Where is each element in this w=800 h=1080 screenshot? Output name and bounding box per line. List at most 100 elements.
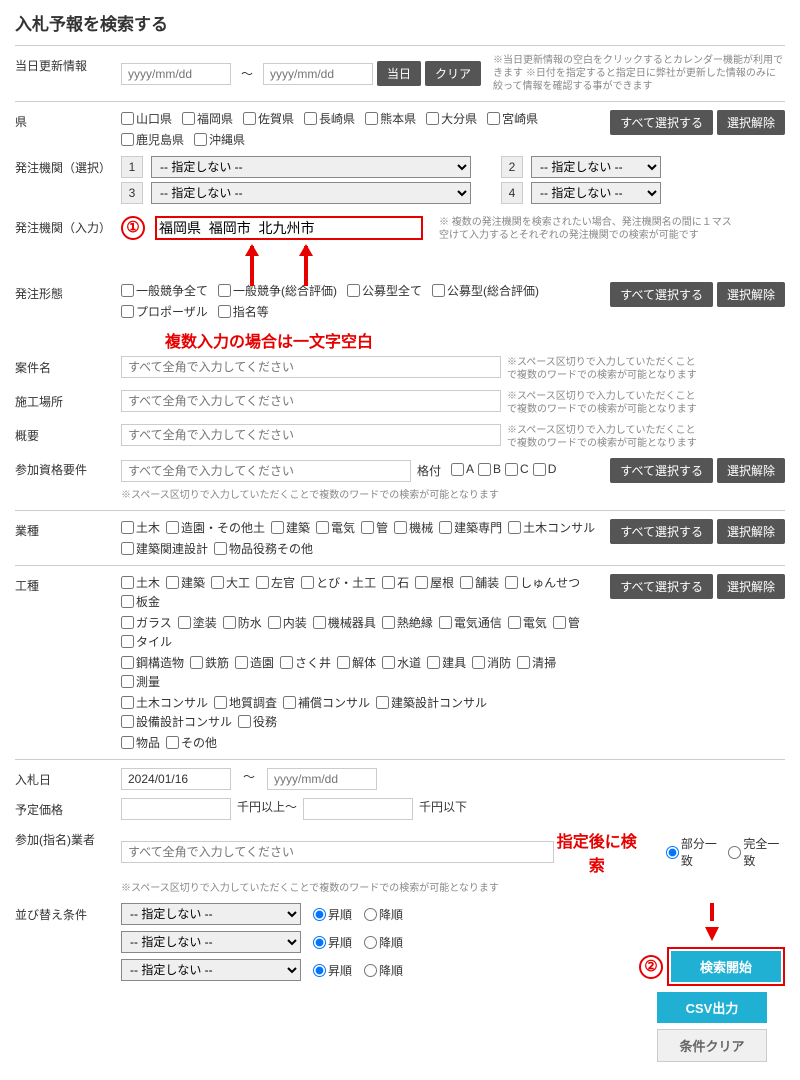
checkbox-防水[interactable]: 防水	[223, 614, 262, 631]
checkbox-建築設計コンサル[interactable]: 建築設計コンサル	[376, 694, 487, 711]
price-from-input[interactable]	[121, 798, 231, 820]
name-input[interactable]	[121, 356, 501, 378]
biddate-to-input[interactable]	[267, 768, 377, 790]
checkbox-山口県[interactable]: 山口県	[121, 110, 172, 127]
checkbox-一般競争(総合評価)[interactable]: 一般競争(総合評価)	[218, 282, 337, 299]
checkbox-鹿児島県[interactable]: 鹿児島県	[121, 131, 184, 148]
checkbox-土木コンサル[interactable]: 土木コンサル	[121, 694, 208, 711]
checkbox-大分県[interactable]: 大分県	[426, 110, 477, 127]
checkbox-電気[interactable]: 電気	[508, 614, 547, 631]
pref-deselect-button[interactable]: 選択解除	[717, 110, 785, 135]
checkbox-舗装[interactable]: 舗装	[460, 574, 499, 591]
checkbox-設備設計コンサル[interactable]: 設備設計コンサル	[121, 713, 232, 730]
sort-select-2[interactable]: -- 指定しない --	[121, 931, 301, 953]
industry-deselect-button[interactable]: 選択解除	[717, 519, 785, 544]
price-to-input[interactable]	[303, 798, 413, 820]
sort1-asc-radio[interactable]: 昇順	[313, 906, 352, 923]
checkbox-大工[interactable]: 大工	[211, 574, 250, 591]
checkbox-機械器具[interactable]: 機械器具	[313, 614, 376, 631]
checkbox-建築[interactable]: 建築	[271, 519, 310, 536]
checkbox-補償コンサル[interactable]: 補償コンサル	[283, 694, 370, 711]
sort3-desc-radio[interactable]: 降順	[364, 962, 403, 979]
checkbox-土木[interactable]: 土木	[121, 519, 160, 536]
checkbox-測量[interactable]: 測量	[121, 673, 160, 690]
sort-select-1[interactable]: -- 指定しない --	[121, 903, 301, 925]
checkbox-管[interactable]: 管	[553, 614, 580, 631]
checkbox-機械[interactable]: 機械	[394, 519, 433, 536]
checkbox-建築専門[interactable]: 建築専門	[439, 519, 502, 536]
checkbox-指名等[interactable]: 指名等	[218, 303, 269, 320]
sort1-desc-radio[interactable]: 降順	[364, 906, 403, 923]
search-button[interactable]: 検索開始	[671, 951, 781, 982]
sort2-desc-radio[interactable]: 降順	[364, 934, 403, 951]
sort-select-3[interactable]: -- 指定しない --	[121, 959, 301, 981]
industry-select-all-button[interactable]: すべて選択する	[610, 519, 713, 544]
checkbox-沖縄県[interactable]: 沖縄県	[194, 131, 245, 148]
checkbox-建築[interactable]: 建築	[166, 574, 205, 591]
checkbox-タイル[interactable]: タイル	[121, 633, 172, 650]
checkbox-公募型(総合評価)[interactable]: 公募型(総合評価)	[432, 282, 539, 299]
qual-input[interactable]	[121, 460, 411, 482]
checkbox-ガラス[interactable]: ガラス	[121, 614, 172, 631]
agency-select-1[interactable]: -- 指定しない --	[151, 156, 471, 178]
checkbox-消防[interactable]: 消防	[472, 654, 511, 671]
match-partial-radio[interactable]: 部分一致	[666, 835, 723, 869]
checkbox-電気[interactable]: 電気	[316, 519, 355, 536]
checkbox-熱絶縁[interactable]: 熱絶縁	[382, 614, 433, 631]
agency-select-2[interactable]: -- 指定しない --	[531, 156, 661, 178]
checkbox-しゅんせつ[interactable]: しゅんせつ	[505, 574, 580, 591]
update-to-input[interactable]	[263, 63, 373, 85]
checkbox-公募型全て[interactable]: 公募型全て	[347, 282, 422, 299]
form-select-all-button[interactable]: すべて選択する	[610, 282, 713, 307]
checkbox-土木コンサル[interactable]: 土木コンサル	[508, 519, 595, 536]
today-button[interactable]: 当日	[377, 61, 421, 86]
checkbox-とび・土工[interactable]: とび・土工	[301, 574, 376, 591]
nominee-input[interactable]	[121, 841, 554, 863]
checkbox-鉄筋[interactable]: 鉄筋	[190, 654, 229, 671]
checkbox-長崎県[interactable]: 長崎県	[304, 110, 355, 127]
checkbox-左官[interactable]: 左官	[256, 574, 295, 591]
checkbox-物品役務その他[interactable]: 物品役務その他	[214, 540, 313, 557]
checkbox-プロポーザル[interactable]: プロポーザル	[121, 303, 208, 320]
checkbox-解体[interactable]: 解体	[337, 654, 376, 671]
checkbox-熊本県[interactable]: 熊本県	[365, 110, 416, 127]
checkbox-造園・その他土[interactable]: 造園・その他土	[166, 519, 265, 536]
checkbox-屋根[interactable]: 屋根	[415, 574, 454, 591]
checkbox-地質調査[interactable]: 地質調査	[214, 694, 277, 711]
match-full-radio[interactable]: 完全一致	[728, 835, 785, 869]
grade-C[interactable]: C	[505, 462, 529, 476]
csv-button[interactable]: CSV出力	[657, 992, 767, 1023]
grade-A[interactable]: A	[451, 462, 474, 476]
checkbox-管[interactable]: 管	[361, 519, 388, 536]
biddate-from-input[interactable]	[121, 768, 231, 790]
agency-select-4[interactable]: -- 指定しない --	[531, 182, 661, 204]
checkbox-宮崎県[interactable]: 宮崎県	[487, 110, 538, 127]
checkbox-福岡県[interactable]: 福岡県	[182, 110, 233, 127]
place-input[interactable]	[121, 390, 501, 412]
checkbox-佐賀県[interactable]: 佐賀県	[243, 110, 294, 127]
checkbox-鋼構造物[interactable]: 鋼構造物	[121, 654, 184, 671]
update-from-input[interactable]	[121, 63, 231, 85]
agency-select-3[interactable]: -- 指定しない --	[151, 182, 471, 204]
worktype-select-all-button[interactable]: すべて選択する	[610, 574, 713, 599]
form-deselect-button[interactable]: 選択解除	[717, 282, 785, 307]
checkbox-清掃[interactable]: 清掃	[517, 654, 556, 671]
worktype-deselect-button[interactable]: 選択解除	[717, 574, 785, 599]
checkbox-塗装[interactable]: 塗装	[178, 614, 217, 631]
checkbox-建築関連設計[interactable]: 建築関連設計	[121, 540, 208, 557]
grade-D[interactable]: D	[533, 462, 557, 476]
checkbox-板金[interactable]: 板金	[121, 593, 160, 610]
checkbox-一般競争全て[interactable]: 一般競争全て	[121, 282, 208, 299]
pref-select-all-button[interactable]: すべて選択する	[610, 110, 713, 135]
checkbox-水道[interactable]: 水道	[382, 654, 421, 671]
clear-update-button[interactable]: クリア	[425, 61, 481, 86]
checkbox-役務[interactable]: 役務	[238, 713, 277, 730]
sort2-asc-radio[interactable]: 昇順	[313, 934, 352, 951]
checkbox-造園[interactable]: 造園	[235, 654, 274, 671]
grade-B[interactable]: B	[478, 462, 501, 476]
checkbox-さく井[interactable]: さく井	[280, 654, 331, 671]
checkbox-土木[interactable]: 土木	[121, 574, 160, 591]
qual-deselect-button[interactable]: 選択解除	[717, 458, 785, 483]
clear-button[interactable]: 条件クリア	[657, 1029, 767, 1062]
checkbox-内装[interactable]: 内装	[268, 614, 307, 631]
